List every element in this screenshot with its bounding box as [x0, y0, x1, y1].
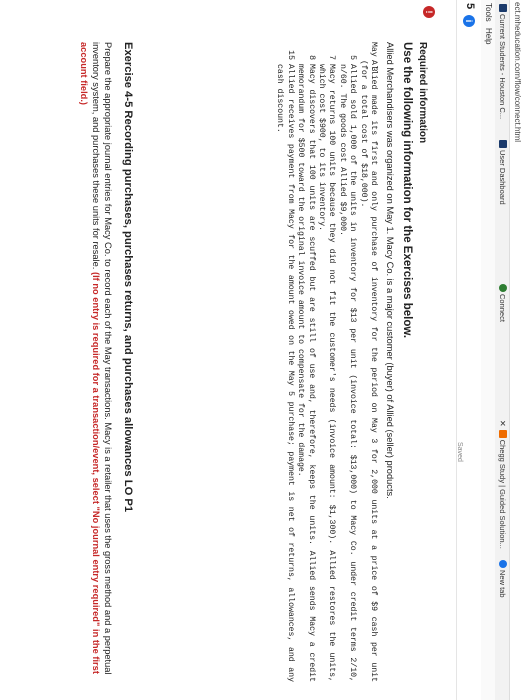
- transaction-text: Allied sold 1,000 of the units in invent…: [337, 64, 358, 682]
- bookmark-new-tab[interactable]: New tab: [495, 560, 509, 598]
- bookmark-connect[interactable]: Connect: [495, 284, 509, 322]
- transaction-text: Allied receives payment from Macy for th…: [275, 64, 295, 682]
- transaction-text: Allied made its first and only purchase …: [358, 60, 378, 682]
- chegg-icon: [499, 429, 507, 438]
- question-toolbar: 5 i Saved: [456, 0, 481, 700]
- list-item: 7 Macy returns 100 units because they di…: [316, 42, 337, 682]
- bookmark-current-students[interactable]: Current Students - Houston C...: [495, 4, 509, 119]
- transaction-day: 7: [327, 55, 337, 60]
- transaction-day: May 3: [369, 42, 378, 72]
- alert-icon: !: [423, 6, 435, 18]
- transaction-day: 8: [306, 55, 316, 60]
- close-icon[interactable]: ✕: [498, 420, 507, 427]
- list-item: 8 Macy discovers that 100 units are scuf…: [295, 42, 316, 682]
- question-number: 5: [464, 3, 476, 10]
- bookmark-chegg-study[interactable]: ✕Chegg Study | Guided Solution...: [495, 420, 509, 549]
- list-item: 15 Allied receives payment from Macy for…: [274, 42, 295, 682]
- transaction-day: 15: [285, 50, 295, 60]
- info-icon[interactable]: i: [463, 15, 475, 27]
- mcgraw-hill-icon: [499, 140, 507, 148]
- rotated-browser-page: ect.mheducation.com/flow/connect.html Cu…: [0, 0, 525, 700]
- saved-status: Saved: [456, 442, 463, 462]
- exercise-section: Exercise 4-5 Recording purchases, purcha…: [78, 42, 135, 682]
- list-item: 5 Allied sold 1,000 of the units in inve…: [336, 42, 357, 682]
- use-heading: Use the following information for the Ex…: [401, 42, 413, 339]
- intro-text: Allied Merchandisers was organized on Ma…: [385, 42, 395, 499]
- screenshot-stage: ect.mheducation.com/flow/connect.html Cu…: [0, 0, 525, 700]
- bookmarks-bar: Current Students - Houston C... User Das…: [494, 0, 509, 700]
- required-information: Required information Use the following i…: [274, 42, 429, 682]
- url-text: ect.mheducation.com/flow/connect.html: [513, 2, 522, 143]
- required-heading: Required information: [417, 42, 428, 144]
- menu-help[interactable]: Help: [481, 28, 495, 44]
- exercise-title: Exercise 4-5 Recording purchases, purcha…: [122, 42, 134, 513]
- new-tab-icon: [499, 560, 507, 568]
- connect-icon: [499, 284, 507, 292]
- bookmark-user-dashboard[interactable]: User Dashboard: [495, 140, 509, 205]
- transaction-text: Macy discovers that 100 units are scuffe…: [296, 64, 316, 682]
- address-bar[interactable]: ect.mheducation.com/flow/connect.html: [509, 0, 525, 700]
- transaction-text: Macy returns 100 units because they did …: [316, 64, 337, 682]
- transaction-list: May 3 Allied made its first and only pur…: [274, 42, 378, 682]
- exercise-instructions: Prepare the appropriate journal entries …: [78, 42, 113, 682]
- list-item: May 3 Allied made its first and only pur…: [357, 42, 378, 682]
- mcgraw-hill-icon: [499, 4, 507, 12]
- menu-tools[interactable]: Tools: [481, 3, 495, 22]
- transaction-day: 5: [348, 55, 358, 60]
- menu-bar: Tools Help: [480, 0, 495, 700]
